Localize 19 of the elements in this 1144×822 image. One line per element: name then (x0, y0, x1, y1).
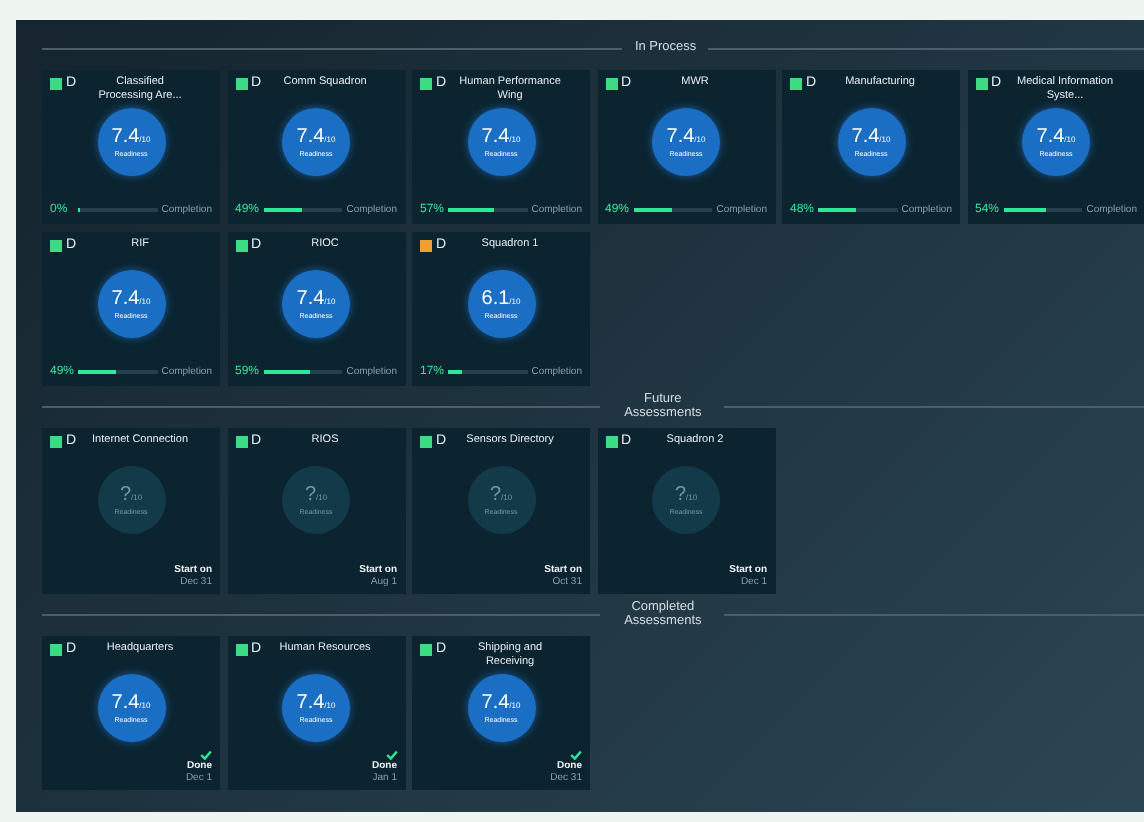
score-value: ? (304, 485, 316, 505)
score-value: 7.4 (296, 289, 325, 309)
score-value: 7.4 (1036, 127, 1065, 147)
check-icon (200, 750, 212, 760)
score-value: 7.4 (481, 693, 510, 713)
score-value: 7.4 (111, 693, 140, 713)
score-value: 7.4 (111, 127, 140, 147)
score-value: 7.4 (296, 127, 325, 147)
score-value: 6.1 (481, 289, 510, 309)
score-value: 7.4 (851, 127, 880, 147)
score-value: 7.4 (666, 127, 695, 147)
score-value: 7.4 (296, 693, 325, 713)
check-icon (385, 750, 397, 760)
score-value: 7.4 (111, 289, 140, 309)
score-value: ? (489, 485, 501, 505)
score-value: ? (674, 485, 686, 505)
score-value: ? (119, 485, 131, 505)
check-icon (570, 750, 582, 760)
score-value: 7.4 (481, 127, 510, 147)
